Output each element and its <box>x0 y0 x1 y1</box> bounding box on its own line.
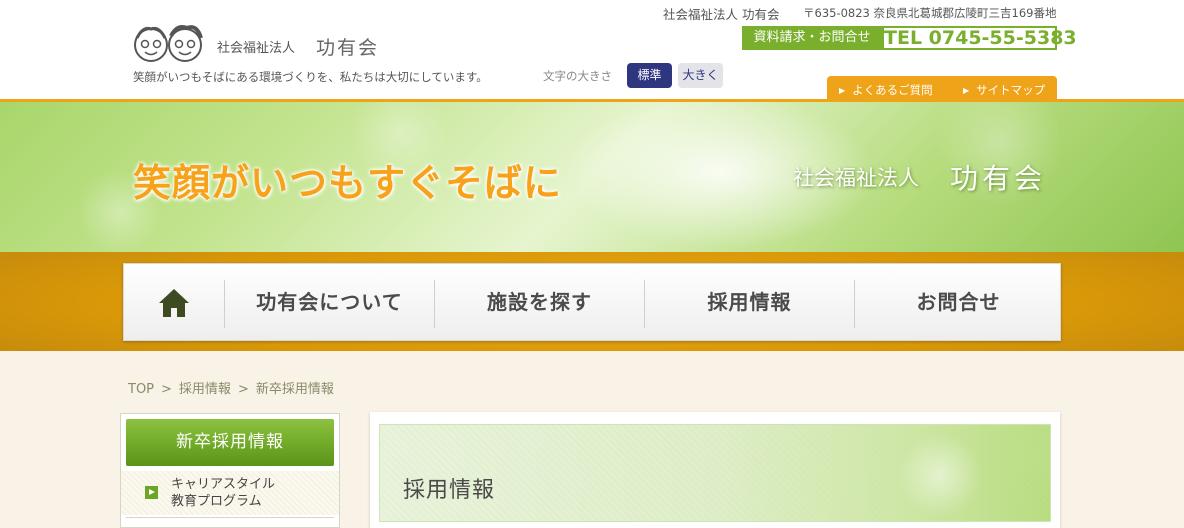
logo-icon[interactable] <box>129 24 209 64</box>
hero-banner: 笑顔がいつもすぐそばに 社会福祉法人 功有会 <box>0 102 1184 252</box>
page-title-banner: 採用情報 <box>379 424 1051 522</box>
sitemap-link-label: サイトマップ <box>976 83 1046 97</box>
nav-about[interactable]: 功有会について <box>225 264 434 340</box>
faq-link-label: よくあるご質問 <box>852 83 933 97</box>
address: 〒635-0823 奈良県北葛城郡広陵町三吉169番地 <box>803 6 1057 20</box>
play-arrow-icon <box>145 486 158 499</box>
nav-find-facility[interactable]: 施設を探す <box>435 264 644 340</box>
site-header: 社会福祉法人 功有会 笑顔がいつもそばにある環境づくりを、私たちは大切にしていま… <box>0 0 1184 101</box>
tel-number[interactable]: TEL 0745-55-5383 <box>882 26 1077 50</box>
sidebar-item-career-style[interactable]: キャリアスタイル 教育プログラム <box>121 471 339 515</box>
sidebar-divider <box>126 517 334 518</box>
arrow-right-icon: ▶ <box>839 86 846 95</box>
nav-contact[interactable]: お問合せ <box>855 264 1062 340</box>
nav-home[interactable] <box>124 264 224 340</box>
text-size-standard-button[interactable]: 標準 <box>627 63 672 88</box>
faq-link[interactable]: ▶ よくあるご質問 <box>839 82 933 98</box>
org-name: 功有会 <box>316 37 380 59</box>
breadcrumb: TOP > 採用情報 > 新卒採用情報 <box>128 378 334 397</box>
banner-org-prefix: 社会福祉法人 <box>793 166 919 190</box>
breadcrumb-current: 新卒採用情報 <box>255 382 334 397</box>
text-size-label: 文字の大きさ <box>543 69 612 83</box>
arrow-right-icon: ▶ <box>963 86 970 95</box>
text-size-large-button[interactable]: 大きく <box>678 63 723 88</box>
sidebar-item-label: キャリアスタイル 教育プログラム <box>171 476 275 510</box>
breadcrumb-top[interactable]: TOP <box>128 382 154 397</box>
sitemap-link[interactable]: ▶ サイトマップ <box>963 82 1045 98</box>
address-org-name: 社会福祉法人 功有会 <box>663 7 780 22</box>
sidebar-item-line1: キャリアスタイル <box>171 477 276 492</box>
sub-links: ▶ よくあるご質問 ▶ サイトマップ <box>827 76 1057 101</box>
sidebar-heading[interactable]: 新卒採用情報 <box>126 419 334 466</box>
tagline: 笑顔がいつもそばにある環境づくりを、私たちは大切にしています。 <box>133 70 488 84</box>
breadcrumb-separator: > <box>237 382 249 397</box>
sidebar: 新卒採用情報 キャリアスタイル 教育プログラム <box>120 413 340 528</box>
page-title: 採用情報 <box>403 478 496 503</box>
breadcrumb-recruit[interactable]: 採用情報 <box>179 382 231 397</box>
org-prefix: 社会福祉法人 <box>217 41 296 56</box>
contact-request-button[interactable]: 資料請求・お問合せ <box>742 26 882 50</box>
global-nav: 功有会について 施設を探す 採用情報 お問合せ <box>123 263 1061 341</box>
banner-slogan: 笑顔がいつもすぐそばに <box>133 160 563 205</box>
main-content: 採用情報 <box>370 412 1060 528</box>
breadcrumb-separator: > <box>161 382 172 397</box>
sidebar-item-line2: 教育プログラム <box>171 494 262 509</box>
house-icon <box>159 289 189 317</box>
nav-recruit[interactable]: 採用情報 <box>645 264 854 340</box>
banner-org-name: 功有会 <box>950 162 1047 195</box>
